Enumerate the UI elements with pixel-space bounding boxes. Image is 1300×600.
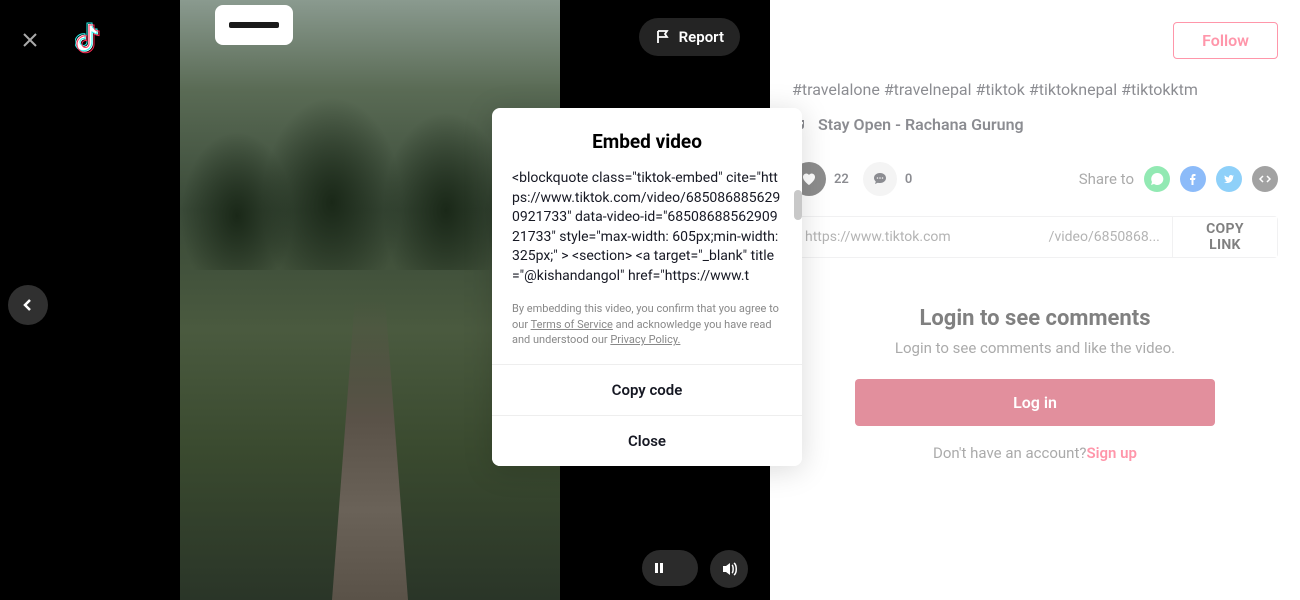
video-controls [642,550,748,588]
share-twitter-icon[interactable] [1216,166,1242,192]
post-hashtags[interactable]: #travelalone #travelnepal #tiktok #tikto… [792,80,1278,99]
comment-count: 0 [905,172,912,187]
share-whatsapp-icon[interactable] [1144,166,1170,192]
report-button[interactable]: Report [639,18,740,56]
music-info[interactable]: Stay Open - Rachana Gurung [792,115,1278,134]
copy-link-button[interactable]: COPY LINK [1172,217,1277,257]
close-modal-button[interactable]: Close [492,415,802,466]
pause-icon [652,561,666,575]
redacted-box [215,5,293,45]
music-title: Stay Open - Rachana Gurung [818,115,1024,134]
chevron-left-icon [20,297,36,313]
video-url-display[interactable]: https://www.tiktok.com/video/6850868... [793,217,1172,257]
info-panel: Follow #travelalone #travelnepal #tiktok… [770,0,1300,600]
modal-scrollbar[interactable] [794,190,802,220]
follow-button[interactable]: Follow [1173,22,1278,59]
like-count: 22 [834,172,849,187]
share-embed-icon[interactable] [1252,166,1278,192]
signup-link[interactable]: Sign up [1086,444,1137,462]
comment-icon [863,162,897,196]
report-label: Report [679,28,724,46]
speaker-icon [720,560,738,578]
previous-video-button[interactable] [8,285,48,325]
copy-code-button[interactable]: Copy code [492,364,802,415]
modal-title: Embed video [492,108,802,169]
share-facebook-icon[interactable] [1180,166,1206,192]
close-button[interactable] [10,20,50,60]
play-pause-toggle[interactable] [642,550,698,586]
share-label: Share to [1079,170,1134,188]
volume-button[interactable] [710,550,748,588]
comment-stat[interactable]: 0 [863,162,912,196]
embed-modal: Embed video <blockquote class="tiktok-em… [492,108,802,466]
tos-link[interactable]: Terms of Service [531,318,613,331]
login-subtitle: Login to see comments and like the video… [792,339,1278,357]
flag-icon [655,29,671,45]
user-info-redacted [792,18,1005,62]
tiktok-logo[interactable] [75,22,103,54]
privacy-link[interactable]: Privacy Policy. [610,333,680,346]
close-icon [18,28,42,52]
signup-prompt: Don't have an account?Sign up [792,444,1278,462]
login-title: Login to see comments [792,306,1278,331]
embed-disclaimer: By embedding this video, you confirm tha… [492,301,802,365]
embed-code-text[interactable]: <blockquote class="tiktok-embed" cite="h… [492,169,802,301]
login-button[interactable]: Log in [855,379,1215,426]
